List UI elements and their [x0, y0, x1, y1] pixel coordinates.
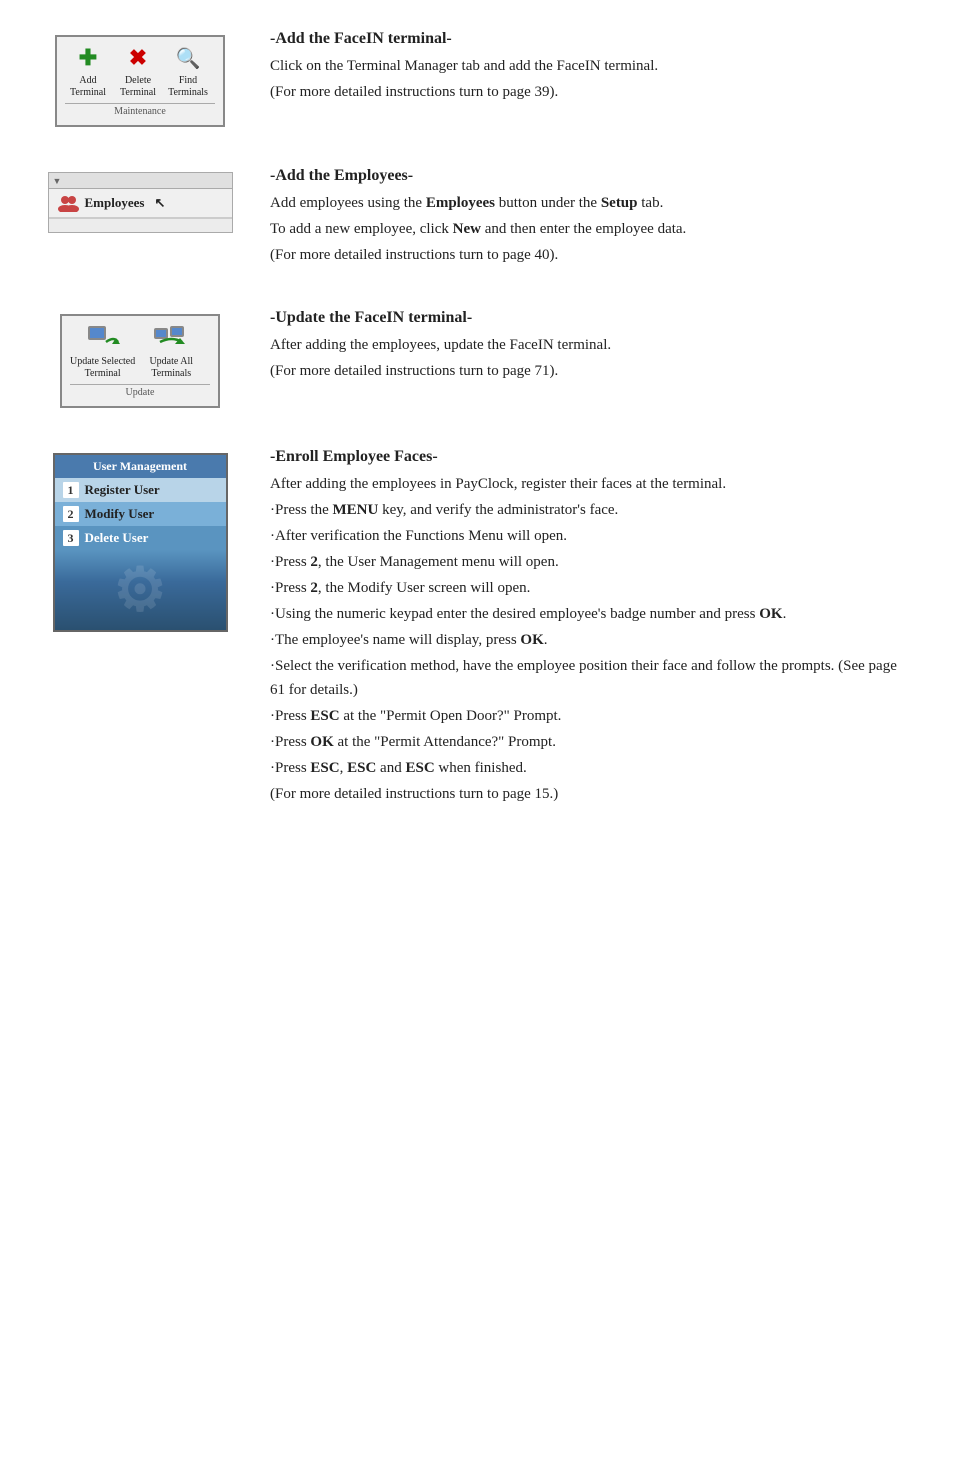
update-p1: After adding the employees, update the F…	[270, 333, 914, 357]
add-terminal-button[interactable]: ✚ AddTerminal	[65, 43, 111, 99]
enroll-faces-text: -Enroll Employee Faces- After adding the…	[270, 448, 914, 808]
add-facein-p1: Click on the Terminal Manager tab and ad…	[270, 54, 914, 78]
toolbar-row: ✚ AddTerminal ✖ DeleteTerminal 🔍 FindTer…	[65, 43, 215, 99]
enroll-faces-title: -Enroll Employee Faces-	[270, 448, 914, 466]
section-enroll-faces: User Management 1 Register User 2 Modify…	[40, 448, 914, 808]
add-employees-text: -Add the Employees- Add employees using …	[270, 167, 914, 269]
item2-label: Modify User	[85, 506, 155, 522]
add-facein-title: -Add the FaceIN terminal-	[270, 30, 914, 48]
register-user-item[interactable]: 1 Register User	[55, 478, 226, 502]
delete-label: DeleteTerminal	[120, 75, 156, 99]
update-all-icon	[152, 322, 190, 354]
enroll-p11: ·Press ESC, ESC and ESC when finished.	[270, 756, 914, 780]
update-facein-text: -Update the FaceIN terminal- After addin…	[270, 309, 914, 385]
add-emp-p3: (For more detailed instructions turn to …	[270, 243, 914, 267]
cursor-arrow: ↖	[154, 195, 165, 211]
employees-label: Employees	[85, 195, 145, 211]
update-selected-label: Update SelectedTerminal	[70, 356, 135, 380]
usermgmt-box: User Management 1 Register User 2 Modify…	[53, 453, 228, 632]
item3-num: 3	[63, 530, 79, 546]
nav-top-dots: ▼	[53, 176, 62, 186]
section-add-facein: ✚ AddTerminal ✖ DeleteTerminal 🔍 FindTer…	[40, 30, 914, 127]
update-all-label: Update AllTerminals	[149, 356, 193, 380]
page-content: ✚ AddTerminal ✖ DeleteTerminal 🔍 FindTer…	[40, 30, 914, 848]
update-facein-body: After adding the employees, update the F…	[270, 333, 914, 383]
add-emp-p1: Add employees using the Employees button…	[270, 191, 914, 215]
item2-num: 2	[63, 506, 79, 522]
delete-icon: ✖	[120, 43, 156, 73]
nav-bottom-partial	[49, 218, 232, 232]
add-facein-text: -Add the FaceIN terminal- Click on the T…	[270, 30, 914, 106]
update-row: Update SelectedTerminal	[70, 322, 210, 380]
update-selected-icon	[84, 322, 122, 354]
add-facein-p2: (For more detailed instructions turn to …	[270, 80, 914, 104]
toolbar-box: ✚ AddTerminal ✖ DeleteTerminal 🔍 FindTer…	[55, 35, 225, 127]
enroll-p9: ·Press ESC at the "Permit Open Door?" Pr…	[270, 704, 914, 728]
employees-nav-item[interactable]: Employees ↖	[49, 189, 232, 218]
find-label: FindTerminals	[168, 75, 208, 99]
delete-terminal-button[interactable]: ✖ DeleteTerminal	[115, 43, 161, 99]
enroll-p3: ·After verification the Functions Menu w…	[270, 524, 914, 548]
find-icon: 🔍	[170, 43, 206, 73]
section-add-employees: ▼ Employees ↖	[40, 167, 914, 269]
update-all-button[interactable]: Update AllTerminals	[141, 322, 201, 380]
enroll-p6: ·Using the numeric keypad enter the desi…	[270, 602, 914, 626]
screenshot-nav: ▼ Employees ↖	[40, 167, 240, 233]
enroll-p7: ·The employee's name will display, press…	[270, 628, 914, 652]
modify-user-item[interactable]: 2 Modify User	[55, 502, 226, 526]
add-label: AddTerminal	[70, 75, 106, 99]
nav-top-bar: ▼	[49, 173, 232, 189]
enroll-p5: ·Press 2, the Modify User screen will op…	[270, 576, 914, 600]
item1-num: 1	[63, 482, 79, 498]
delete-user-item[interactable]: 3 Delete User	[55, 526, 226, 550]
toolbar-group-label: Maintenance	[65, 103, 215, 117]
update-facein-title: -Update the FaceIN terminal-	[270, 309, 914, 327]
enroll-p2: ·Press the MENU key, and verify the admi…	[270, 498, 914, 522]
update-group-label: Update	[70, 384, 210, 398]
section-update-facein: Update SelectedTerminal	[40, 309, 914, 408]
enroll-p1: After adding the employees in PayClock, …	[270, 472, 914, 496]
enroll-p12: (For more detailed instructions turn to …	[270, 782, 914, 806]
update-selected-button[interactable]: Update SelectedTerminal	[70, 322, 135, 380]
item3-label: Delete User	[85, 530, 149, 546]
enroll-p8: ·Select the verification method, have th…	[270, 654, 914, 702]
employees-icon	[57, 194, 79, 212]
item1-label: Register User	[85, 482, 160, 498]
screenshot-update: Update SelectedTerminal	[40, 309, 240, 408]
watermark: ⚙	[113, 555, 167, 625]
add-employees-body: Add employees using the Employees button…	[270, 191, 914, 267]
update-box: Update SelectedTerminal	[60, 314, 220, 408]
add-employees-title: -Add the Employees-	[270, 167, 914, 185]
add-icon: ✚	[70, 43, 106, 73]
screenshot-toolbar: ✚ AddTerminal ✖ DeleteTerminal 🔍 FindTer…	[40, 30, 240, 127]
enroll-p4: ·Press 2, the User Management menu will …	[270, 550, 914, 574]
usermgmt-bottom-decoration: ⚙	[55, 550, 226, 630]
find-terminals-button[interactable]: 🔍 FindTerminals	[165, 43, 211, 99]
nav-box: ▼ Employees ↖	[48, 172, 233, 233]
usermgmt-title: User Management	[55, 455, 226, 478]
screenshot-usermgmt: User Management 1 Register User 2 Modify…	[40, 448, 240, 632]
enroll-faces-body: After adding the employees in PayClock, …	[270, 472, 914, 806]
add-facein-body: Click on the Terminal Manager tab and ad…	[270, 54, 914, 104]
enroll-p10: ·Press OK at the "Permit Attendance?" Pr…	[270, 730, 914, 754]
add-emp-p2: To add a new employee, click New and the…	[270, 217, 914, 241]
update-p2: (For more detailed instructions turn to …	[270, 359, 914, 383]
